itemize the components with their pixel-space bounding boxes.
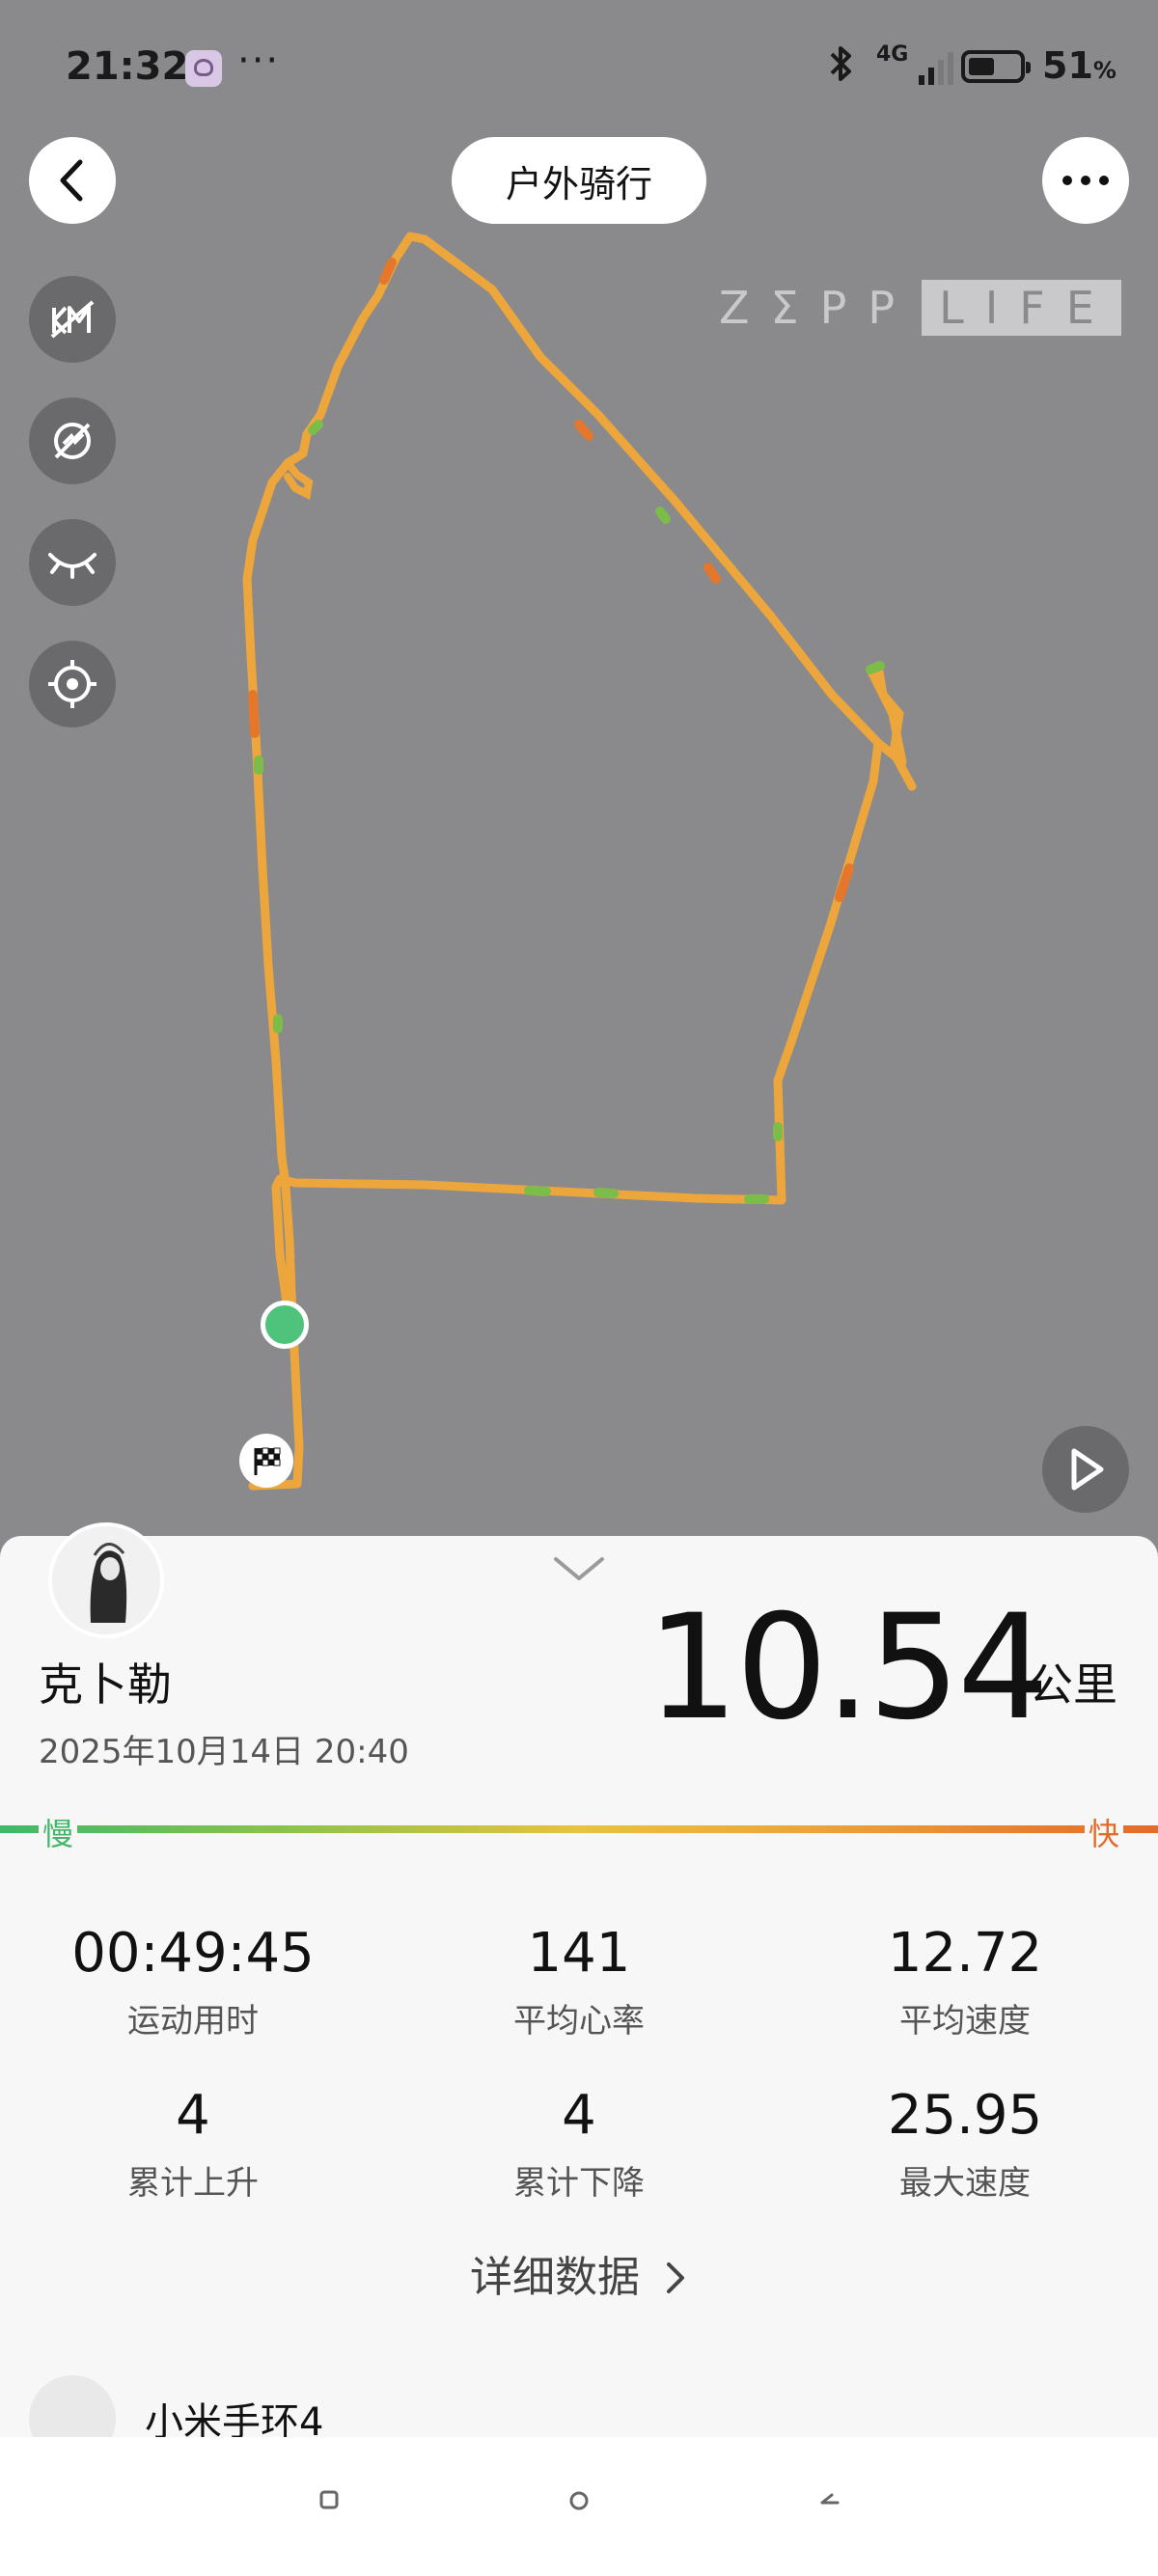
speed-slow-label: 慢	[39, 1810, 78, 1854]
back-nav-button[interactable]	[818, 2489, 841, 2514]
locate-target-icon	[48, 660, 96, 708]
stat-label: 累计上升	[127, 2164, 259, 2203]
detail-data-label: 详细数据	[470, 2253, 640, 2302]
start-marker	[261, 1301, 309, 1349]
finish-flag-icon	[239, 1434, 293, 1488]
page-title: 户外骑行	[452, 137, 706, 224]
status-time: 21:32	[66, 44, 189, 89]
replay-button[interactable]	[1042, 1426, 1129, 1513]
back-button[interactable]	[29, 137, 116, 224]
chevron-right-icon	[667, 2262, 684, 2293]
alarm-app-icon	[185, 50, 222, 87]
route-map[interactable]: ZΣPP LIFE	[0, 0, 1158, 1544]
battery-percent: 51%	[1042, 44, 1117, 87]
battery-icon	[961, 50, 1031, 83]
pace-off-icon	[54, 423, 91, 459]
play-icon	[1071, 1448, 1104, 1491]
stat-value: 00:49:45	[71, 1922, 315, 1985]
zepp-life-logo: ZΣPP LIFE	[719, 280, 1121, 336]
detail-data-link[interactable]: 详细数据	[0, 2242, 1158, 2304]
stat-label: 最大速度	[899, 2164, 1031, 2203]
home-button[interactable]	[567, 2489, 591, 2516]
stat-value: 25.95	[887, 2084, 1043, 2147]
stat-label: 平均速度	[899, 2002, 1031, 2041]
stat-elevation-loss: 4 累计下降	[434, 2084, 724, 2204]
bluetooth-icon	[824, 42, 857, 95]
status-bar: 21:32 ··· 4G 51%	[0, 0, 1158, 135]
distance-unit: 公里	[1029, 1658, 1117, 1711]
stat-avg-speed: 12.72 平均速度	[820, 1922, 1110, 2042]
battery-level	[969, 58, 994, 75]
system-navigation-bar	[0, 2437, 1158, 2576]
speed-fast-label: 快	[1085, 1810, 1124, 1854]
stat-value: 4	[562, 2084, 596, 2147]
km-markers-toggle[interactable]	[29, 276, 116, 363]
stat-label: 平均心率	[513, 2002, 645, 2041]
brand-left: ZΣPP	[719, 282, 917, 334]
stat-max-speed: 25.95 最大速度	[820, 2084, 1110, 2204]
hide-route-toggle[interactable]	[29, 519, 116, 606]
km-markers-icon	[50, 300, 95, 339]
route-path	[242, 232, 917, 1491]
workout-summary-card: 克卜勒 2025年10月14日 20:40 10.54 公里 慢 快 00:49…	[0, 1522, 1158, 2462]
pace-color-toggle[interactable]	[29, 397, 116, 484]
stat-duration: 00:49:45 运动用时	[48, 1922, 338, 2042]
stat-value: 141	[527, 1922, 631, 1985]
workout-date: 2025年10月14日 20:40	[39, 1733, 409, 1771]
more-notifications-icon: ···	[237, 39, 281, 83]
network-type: 4G	[876, 42, 909, 67]
user-name: 克卜勒	[39, 1658, 172, 1711]
recent-apps-button[interactable]	[318, 2489, 340, 2514]
more-dots-icon	[1062, 176, 1109, 185]
signal-bars-icon	[917, 50, 959, 85]
stat-label: 累计下降	[513, 2164, 645, 2203]
distance-value: 10.54	[647, 1584, 1049, 1752]
eye-closed-icon	[48, 553, 96, 579]
locate-button[interactable]	[29, 641, 116, 727]
chevron-left-icon	[60, 159, 83, 202]
avatar[interactable]	[48, 1522, 164, 1638]
stat-value: 4	[176, 2084, 210, 2147]
stat-elevation-gain: 4 累计上升	[48, 2084, 338, 2204]
stat-label: 运动用时	[127, 2002, 259, 2041]
collapse-chevron-icon[interactable]	[550, 1551, 608, 1590]
speed-gradient-bar	[0, 1825, 1158, 1833]
more-options-button[interactable]	[1042, 137, 1129, 224]
stat-avg-heart-rate: 141 平均心率	[434, 1922, 724, 2042]
brand-right: LIFE	[922, 280, 1121, 336]
stat-value: 12.72	[887, 1922, 1043, 1985]
